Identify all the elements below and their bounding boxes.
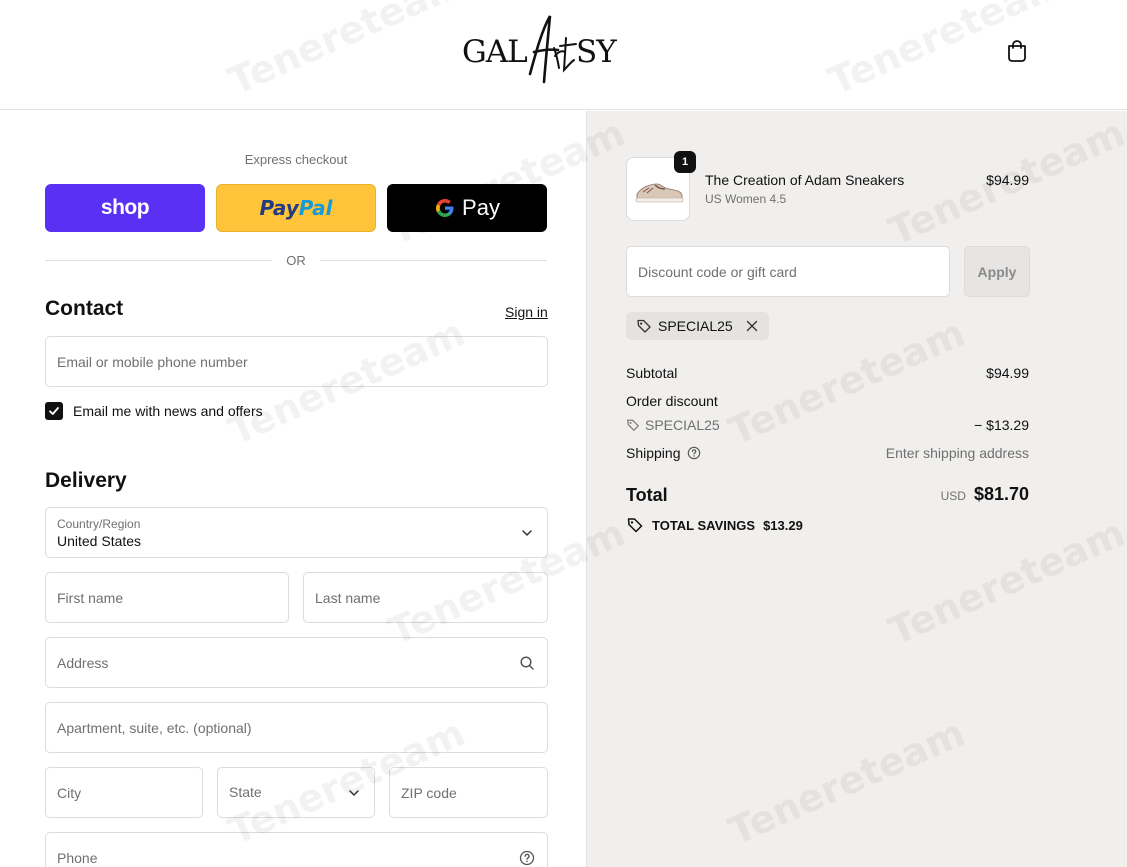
last-name-placeholder: Last name xyxy=(315,589,381,606)
last-name-field[interactable]: Last name xyxy=(303,572,548,623)
shipping-row: Shipping xyxy=(626,445,701,461)
or-divider: OR xyxy=(45,251,547,269)
address-placeholder: Address xyxy=(57,654,109,671)
newsletter-label: Email me with news and offers xyxy=(73,403,263,419)
email-field[interactable]: Email or mobile phone number xyxy=(45,336,548,387)
product-price: $94.99 xyxy=(986,172,1029,188)
remove-discount-button[interactable] xyxy=(745,319,759,333)
shipping-label: Shipping xyxy=(626,445,681,461)
express-checkout-label: Express checkout xyxy=(244,152,348,167)
chevron-down-icon xyxy=(349,789,359,796)
paypal-label-part1: Pay xyxy=(259,196,299,220)
address-field[interactable]: Address xyxy=(45,637,548,688)
quantity-badge: 1 xyxy=(674,151,696,173)
total-value-group: USD $81.70 xyxy=(941,484,1029,505)
shop-pay-button[interactable]: shop xyxy=(45,184,205,232)
order-summary: 1 The Creation of Adam Sneakers US Women… xyxy=(586,111,1127,867)
google-pay-button[interactable]: Pay xyxy=(387,184,547,232)
discount-value: − $13.29 xyxy=(974,417,1029,433)
country-select[interactable]: Country/Region United States xyxy=(45,507,548,558)
shipping-value: Enter shipping address xyxy=(885,445,1029,461)
checkmark-icon xyxy=(49,407,59,415)
first-name-field[interactable]: First name xyxy=(45,572,289,623)
total-savings: TOTAL SAVINGS $13.29 xyxy=(626,516,803,534)
search-icon xyxy=(520,655,534,670)
tag-icon xyxy=(637,319,651,333)
total-amount: $81.70 xyxy=(973,484,1029,504)
discount-code-label: SPECIAL25 xyxy=(645,417,720,433)
applied-discount-chip: SPECIAL25 xyxy=(626,312,769,340)
site-header: GAL SY xyxy=(0,0,1127,110)
city-placeholder: City xyxy=(57,784,82,801)
divider-line xyxy=(319,259,547,261)
svg-text:SY: SY xyxy=(576,34,617,70)
subtotal-value: $94.99 xyxy=(986,365,1029,381)
or-label: OR xyxy=(286,252,306,268)
divider-line xyxy=(45,259,273,261)
apply-discount-button[interactable]: Apply xyxy=(964,246,1030,297)
apartment-field[interactable]: Apartment, suite, etc. (optional) xyxy=(45,702,548,753)
shopping-bag-icon[interactable] xyxy=(1004,38,1030,64)
google-pay-label: Pay xyxy=(462,195,500,220)
paypal-label-part2: Pal xyxy=(298,196,333,220)
phone-field[interactable]: Phone xyxy=(45,832,548,867)
savings-value: $13.29 xyxy=(763,517,803,533)
applied-code-label: SPECIAL25 xyxy=(658,318,733,334)
chevron-down-icon xyxy=(522,529,532,536)
first-name-placeholder: First name xyxy=(57,589,124,606)
close-icon xyxy=(746,320,757,332)
help-circle-icon[interactable] xyxy=(519,850,535,866)
paypal-button[interactable]: Pay Pal xyxy=(216,184,376,232)
apartment-placeholder: Apartment, suite, etc. (optional) xyxy=(57,719,252,736)
logo-graphic: GAL SY xyxy=(462,15,618,84)
product-name: The Creation of Adam Sneakers xyxy=(705,172,905,188)
order-discount-label: Order discount xyxy=(626,393,718,409)
country-label: Country/Region xyxy=(57,517,141,531)
discount-code-row: SPECIAL25 xyxy=(626,417,720,433)
newsletter-checkbox[interactable] xyxy=(45,402,63,420)
subtotal-label: Subtotal xyxy=(626,365,678,381)
product-variant: US Women 4.5 xyxy=(705,192,787,206)
store-logo[interactable]: GAL SY xyxy=(458,12,618,90)
checkout-form: Express checkout shop Pay Pal Pay OR Cont… xyxy=(0,111,586,867)
country-value: United States xyxy=(57,533,142,549)
newsletter-checkbox-row[interactable]: Email me with news and offers xyxy=(45,402,263,420)
total-label: Total xyxy=(626,485,668,505)
tag-icon xyxy=(627,419,639,431)
total-currency: USD xyxy=(940,489,966,503)
state-placeholder: State xyxy=(229,783,262,800)
city-field[interactable]: City xyxy=(45,767,203,818)
svg-text:GAL: GAL xyxy=(462,34,527,70)
savings-label: TOTAL SAVINGS xyxy=(652,517,756,533)
contact-title: Contact xyxy=(45,297,124,320)
discount-placeholder: Discount code or gift card xyxy=(638,263,797,280)
email-placeholder: Email or mobile phone number xyxy=(57,353,248,370)
delivery-title: Delivery xyxy=(45,469,127,492)
help-circle-icon[interactable] xyxy=(687,446,701,460)
google-g-icon xyxy=(436,199,454,217)
zip-field[interactable]: ZIP code xyxy=(389,767,548,818)
shop-pay-label: shop xyxy=(100,196,150,219)
sign-in-link[interactable]: Sign in xyxy=(505,304,548,320)
zip-placeholder: ZIP code xyxy=(401,784,457,801)
savings-tag-icon xyxy=(627,518,643,533)
phone-placeholder: Phone xyxy=(57,849,98,866)
discount-code-field[interactable]: Discount code or gift card xyxy=(626,246,950,297)
state-select[interactable]: State xyxy=(217,767,375,818)
